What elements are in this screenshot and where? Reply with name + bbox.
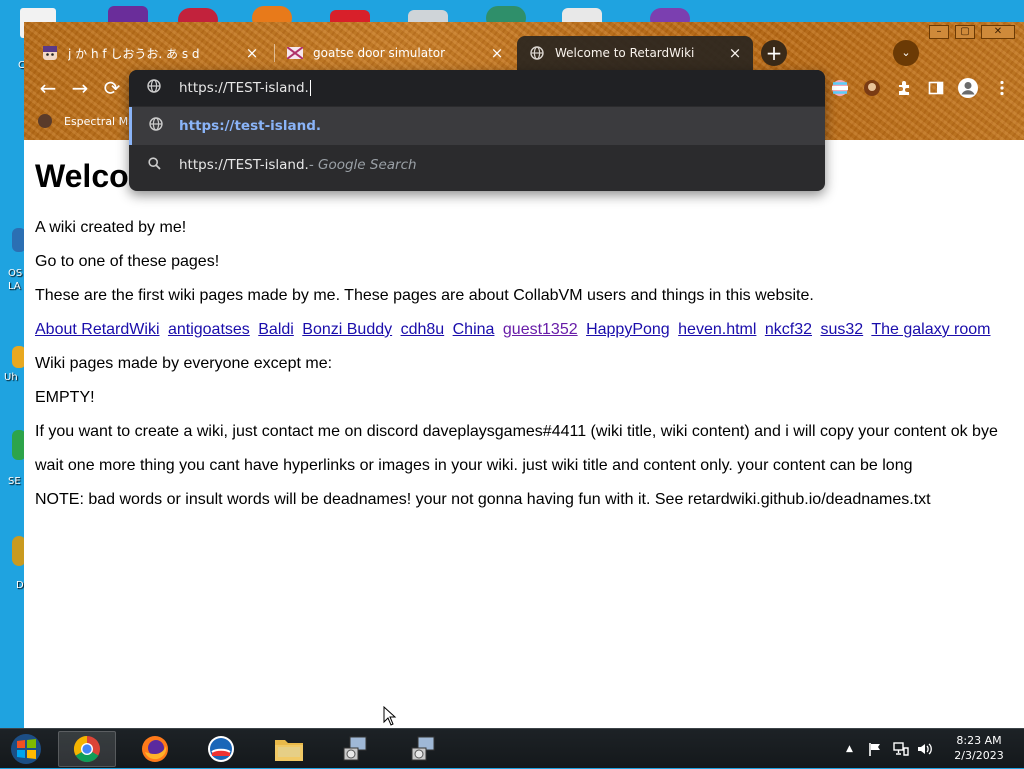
bookmark-label: Espectral Ma: [64, 114, 135, 128]
reload-button[interactable]: ⟳: [98, 74, 126, 102]
search-icon: [129, 156, 179, 174]
taskbar-installer-1[interactable]: [326, 731, 384, 767]
wiki-link-happypong[interactable]: HappyPong: [586, 321, 670, 338]
mouse-cursor-icon: [383, 705, 397, 730]
globe-icon: [129, 79, 179, 97]
contact-text: If you want to create a wiki, just conta…: [35, 423, 998, 440]
empty-text: EMPTY!: [35, 389, 95, 406]
system-clock[interactable]: 8:23 AM 2/3/2023: [940, 733, 1018, 763]
first-pages-text: These are the first wiki pages made by m…: [35, 287, 814, 304]
search-query-text: https://TEST-island.: [179, 157, 309, 173]
tab-close-icon[interactable]: ×: [727, 44, 743, 62]
side-panel-icon[interactable]: [924, 76, 948, 100]
wiki-link-cdh8u[interactable]: cdh8u: [401, 321, 445, 338]
address-bar[interactable]: https://TEST-island.: [129, 70, 825, 106]
bookmark-item[interactable]: Espectral Ma: [38, 110, 135, 132]
wiki-link-guest1352[interactable]: guest1352: [503, 321, 578, 338]
volume-icon[interactable]: [917, 729, 933, 769]
tab-title: Welcome to RetardWiki: [555, 46, 695, 60]
taskbar-installer-2[interactable]: [394, 731, 452, 767]
flag-icon: [287, 45, 303, 61]
desktop-label: Uh: [4, 372, 18, 383]
bookmark-favicon-icon: [38, 114, 52, 128]
clock-time: 8:23 AM: [956, 734, 1002, 747]
desktop-label: LA: [8, 281, 21, 292]
tab-close-icon[interactable]: ×: [489, 44, 505, 62]
wiki-link-china[interactable]: China: [453, 321, 495, 338]
profile-icon[interactable]: [956, 76, 980, 100]
tab-title: j か h f しおうお. あ s d: [68, 46, 200, 61]
wiki-link-about[interactable]: About RetardWiki: [35, 321, 160, 338]
go-to-text: Go to one of these pages!: [35, 253, 220, 270]
wiki-link-bonzi-buddy[interactable]: Bonzi Buddy: [302, 321, 392, 338]
page-content: Welco A wiki created by me! Go to one of…: [24, 140, 1024, 728]
desktop-label: D: [16, 580, 24, 591]
back-button[interactable]: ←: [34, 74, 62, 102]
new-tab-button[interactable]: +: [761, 40, 787, 66]
menu-icon[interactable]: [990, 76, 1014, 100]
omnibox-dropdown: https://TEST-island. https://test-island…: [129, 70, 825, 191]
omnibox-suggestion-url[interactable]: https://test-island.: [129, 107, 825, 145]
omnibox-suggestion-search[interactable]: https://TEST-island. - Google Search: [129, 146, 825, 184]
taskbar-chrome[interactable]: [58, 731, 116, 767]
extension-avatar-icon[interactable]: [860, 76, 884, 100]
intro-text: A wiki created by me!: [35, 219, 187, 236]
search-suffix-text: - Google Search: [308, 157, 417, 173]
maximize-button[interactable]: ▢: [955, 25, 975, 39]
close-window-button[interactable]: ✕: [981, 25, 1015, 39]
tab-title: goatse door simulator: [313, 46, 446, 60]
taskbar-logo-app[interactable]: [192, 731, 250, 767]
start-button[interactable]: [0, 731, 52, 767]
anime-avatar-icon: [42, 45, 58, 61]
wiki-links: About RetardWiki antigoatses Baldi Bonzi…: [35, 321, 995, 339]
tab-active[interactable]: Welcome to RetardWiki ×: [517, 36, 753, 70]
globe-icon: [529, 45, 545, 61]
trans-flag-icon[interactable]: [828, 76, 852, 100]
desktop-label: SE: [8, 476, 21, 487]
one-more-text: wait one more thing you cant have hyperl…: [35, 457, 913, 474]
forward-button[interactable]: →: [66, 74, 94, 102]
everyone-heading: Wiki pages made by everyone except me:: [35, 355, 333, 372]
tab-close-icon[interactable]: ×: [244, 44, 260, 62]
clock-date: 2/3/2023: [954, 749, 1004, 762]
action-center-flag-icon[interactable]: [868, 729, 882, 769]
note-text: NOTE: bad words or insult words will be …: [35, 491, 931, 508]
tab-2[interactable]: goatse door simulator ×: [275, 36, 515, 70]
wiki-link-sus32[interactable]: sus32: [820, 321, 863, 338]
tab-search-button[interactable]: ⌄: [893, 40, 919, 66]
wiki-link-baldi[interactable]: Baldi: [258, 321, 294, 338]
tab-1[interactable]: j か h f しおうお. あ s d ×: [30, 36, 270, 70]
page-title: Welco: [35, 158, 129, 194]
desktop-label: OS: [8, 268, 23, 279]
wiki-link-heven[interactable]: heven.html: [678, 321, 756, 338]
taskbar-file-explorer[interactable]: [260, 731, 318, 767]
minimize-button[interactable]: –: [929, 25, 949, 39]
globe-icon: [132, 117, 179, 135]
extensions-icon[interactable]: [892, 76, 916, 100]
text-caret: [309, 80, 311, 96]
wiki-link-nkcf32[interactable]: nkcf32: [765, 321, 812, 338]
wiki-link-antigoatses[interactable]: antigoatses: [168, 321, 250, 338]
tray-chevron-icon[interactable]: ▲: [846, 729, 853, 769]
suggestion-url-text: https://test-island.: [179, 118, 321, 134]
address-input-value[interactable]: https://TEST-island.: [179, 80, 309, 96]
wiki-link-galaxy-room[interactable]: The galaxy room: [871, 321, 990, 338]
taskbar-firefox[interactable]: [126, 731, 184, 767]
taskbar: ▲ 8:23 AM 2/3/2023: [0, 728, 1024, 768]
network-icon[interactable]: [893, 729, 909, 769]
